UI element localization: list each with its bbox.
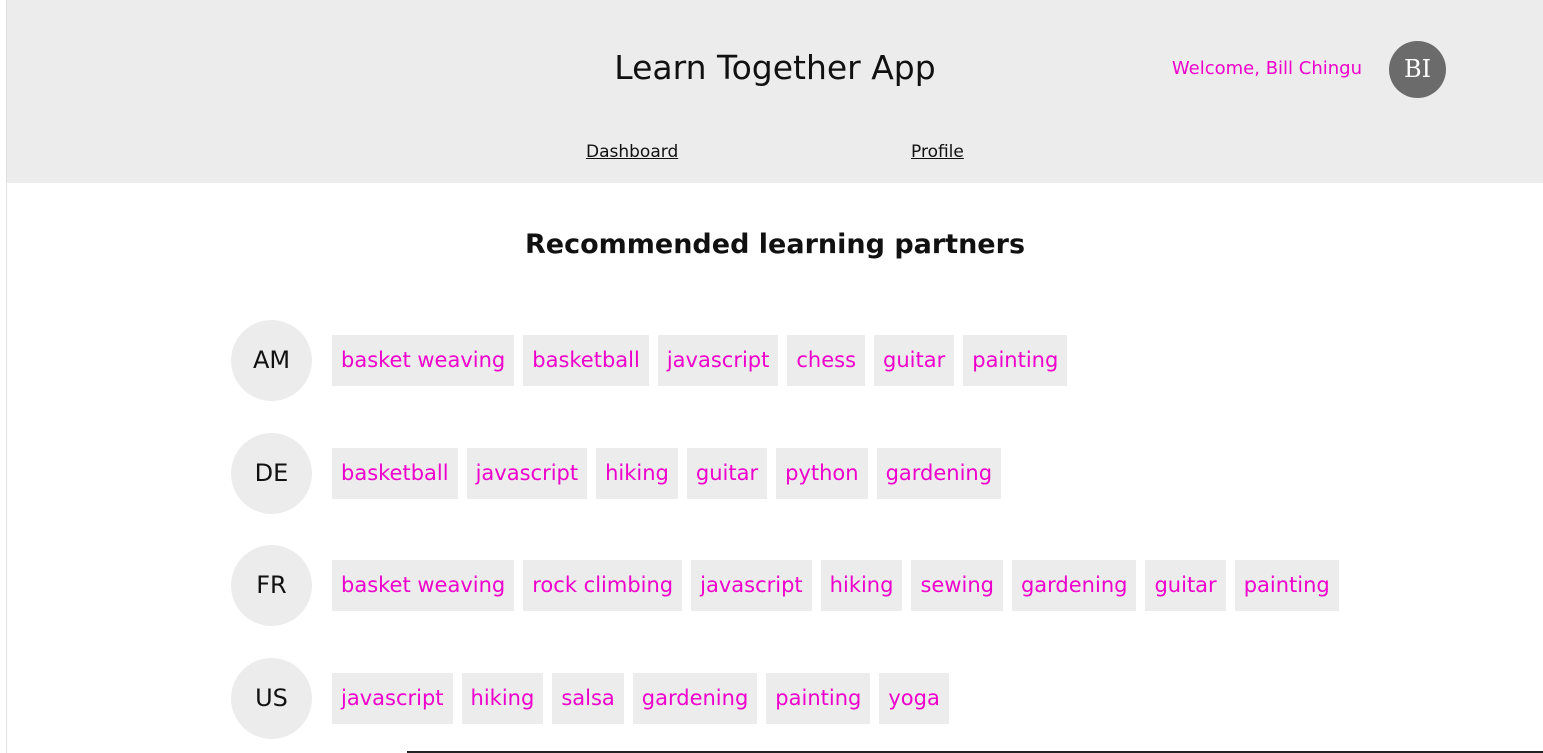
partner-avatar[interactable]: AM [231,320,312,401]
interest-tag[interactable]: gardening [1011,560,1137,611]
user-avatar[interactable]: BI [1389,41,1446,98]
app-page: Learn Together App Welcome, Bill Chingu … [0,0,1543,753]
interest-tag[interactable]: basket weaving [332,335,515,386]
interest-tag[interactable]: gardening [632,673,758,724]
partner-row: DE basketball javascript hiking guitar p… [231,433,1431,515]
interest-tag[interactable]: javascript [466,448,588,499]
partner-row: FR basket weaving rock climbing javascri… [231,545,1431,627]
interest-tag[interactable]: chess [787,335,866,386]
interest-tag[interactable]: guitar [1145,560,1226,611]
nav-link-profile[interactable]: Profile [911,141,964,163]
nav-link-dashboard[interactable]: Dashboard [586,141,678,163]
window-left-edge [0,0,7,753]
interest-tag[interactable]: painting [1234,560,1339,611]
interest-tag[interactable]: basketball [332,448,458,499]
interest-tag[interactable]: python [776,448,868,499]
interest-tag[interactable]: hiking [820,560,903,611]
interest-tag[interactable]: sewing [911,560,1003,611]
interest-tag[interactable]: painting [766,673,871,724]
interest-tag-list: javascript hiking salsa gardening painti… [332,673,949,724]
welcome-message: Welcome, Bill Chingu [1171,58,1362,79]
app-header: Learn Together App Welcome, Bill Chingu … [7,0,1543,183]
interest-tag[interactable]: hiking [461,673,544,724]
interest-tag[interactable]: javascript [657,335,779,386]
interest-tag[interactable]: guitar [686,448,768,499]
interest-tag[interactable]: basketball [523,335,649,386]
interest-tag[interactable]: yoga [879,673,949,724]
partner-avatar[interactable]: US [231,658,312,739]
interest-tag-list: basketball javascript hiking guitar pyth… [332,448,1002,499]
partner-avatar[interactable]: DE [231,433,312,514]
interest-tag-list: basket weaving rock climbing javascript … [332,560,1339,611]
interest-tag[interactable]: salsa [552,673,624,724]
interest-tag[interactable]: gardening [876,448,1002,499]
interest-tag[interactable]: javascript [332,673,453,724]
interest-tag[interactable]: javascript [691,560,812,611]
partner-row: US javascript hiking salsa gardening pai… [231,658,1431,740]
interest-tag[interactable]: basket weaving [332,560,515,611]
interest-tag[interactable]: guitar [874,335,955,386]
interest-tag[interactable]: rock climbing [523,560,683,611]
section-title: Recommended learning partners [524,229,1026,260]
partner-row: AM basket weaving basketball javascript … [231,320,1431,402]
interest-tag-list: basket weaving basketball javascript che… [332,335,1068,386]
interest-tag[interactable]: painting [963,335,1068,386]
interest-tag[interactable]: hiking [596,448,678,499]
partner-avatar[interactable]: FR [231,545,312,626]
